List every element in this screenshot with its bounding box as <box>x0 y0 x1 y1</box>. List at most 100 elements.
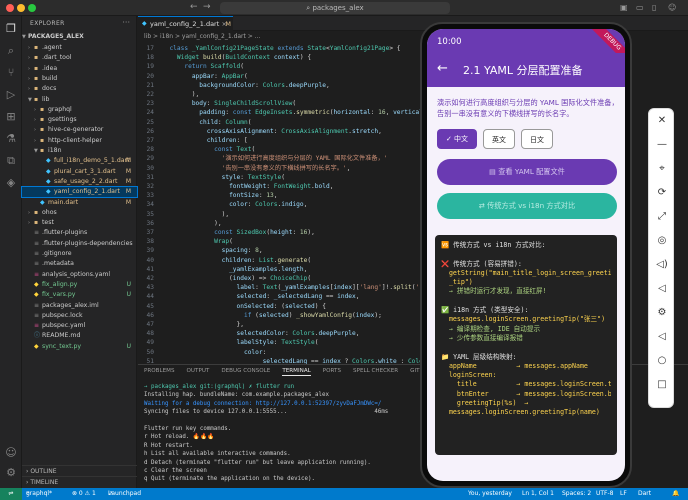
chip-chinese[interactable]: ✓ 中文 <box>437 129 477 149</box>
tree-item[interactable]: ≡ .flutter-plugins-dependencies <box>22 239 137 249</box>
timeline-section[interactable]: › TIMELINE <box>22 476 137 487</box>
forward-arrow-icon[interactable]: → <box>203 2 211 12</box>
tree-item-label: pubspec.lock <box>42 311 83 319</box>
comparison-line: title → messages.loginScreen.title <box>441 380 611 389</box>
tree-item[interactable]: › ▪ .dart_tool <box>22 53 137 63</box>
screenshot-icon[interactable]: ⤢ <box>649 211 675 222</box>
tree-item[interactable]: ◆ fix_vars.py U <box>22 290 137 300</box>
volume-down-icon[interactable]: ◁ <box>649 283 675 294</box>
more-actions-icon[interactable]: ··· <box>122 18 130 27</box>
tree-item[interactable]: ≡ .metadata <box>22 259 137 269</box>
comparison-line: btnEnter → messages.loginScreen.btnEnter <box>456 389 611 398</box>
close-icon[interactable]: × <box>222 17 227 31</box>
problems-counter[interactable]: ⊗ 0 ⚠ 1 <box>72 488 96 500</box>
remote-icon[interactable]: ⇌ <box>0 488 22 500</box>
panel-tab[interactable]: PROBLEMS <box>144 368 175 374</box>
tree-item[interactable]: ≡ analysis_options.yaml <box>22 270 137 280</box>
panel-tabs: PROBLEMS OUTPUT DEBUG CONSOLE TERMINAL PORTS… <box>144 368 446 376</box>
tree-item[interactable]: ⓘ README.md <box>22 331 137 341</box>
accounts-icon[interactable]: ☺ <box>668 3 676 12</box>
sidebar-toggle-icon[interactable]: ▯ <box>652 3 656 12</box>
tree-item[interactable]: ≡ pubspec.yaml <box>22 321 137 331</box>
chip-japanese[interactable]: 日文 <box>521 129 553 149</box>
tree-item[interactable]: › ▪ build <box>22 74 137 84</box>
tree-item[interactable]: › ▪ hive-ce-generator <box>22 125 137 135</box>
tree-item[interactable]: ◆ sync_text.py U <box>22 342 137 352</box>
tree-item[interactable]: › ▪ gsettings <box>22 115 137 125</box>
tree-item[interactable]: ≡ .flutter-plugins <box>22 228 137 238</box>
tree-item[interactable]: ≡ .gitignore <box>22 249 137 259</box>
compare-button[interactable]: ⇄ 传统方式 vs i18n 方式对比 <box>437 193 617 219</box>
tree-item[interactable]: › ▪ http-client-helper <box>22 136 137 146</box>
view-yaml-button[interactable]: ▤ 查看 YAML 配置文件 <box>437 159 617 185</box>
testing-icon[interactable]: ⚗ <box>4 132 18 146</box>
explorer-title: EXPLORER <box>30 20 65 27</box>
tree-item[interactable]: ◆ full_i18n_demo_5_1.dart M <box>22 156 137 166</box>
workspace-root[interactable]: ▼ PACKAGES_ALEX <box>22 32 137 42</box>
command-center-search[interactable]: ⌕ packages_alex <box>220 2 450 14</box>
back-icon[interactable]: ◁ <box>649 331 675 342</box>
manage-gear-icon[interactable]: ⚙ <box>4 466 18 480</box>
overview-icon[interactable]: □ <box>649 379 675 390</box>
breadcrumb[interactable]: lib > i18n > yaml_config_2_1.dart > ... <box>144 33 260 40</box>
tree-item[interactable]: ▼ ▪ i18n <box>22 146 137 156</box>
notifications-icon[interactable]: 🔔 <box>672 488 679 500</box>
tree-item[interactable]: ◆ safe_usage_2_2.dart M <box>22 177 137 187</box>
close-window-button[interactable] <box>6 4 14 12</box>
minimize-window-button[interactable] <box>17 4 25 12</box>
eol[interactable]: LF <box>620 488 627 500</box>
chip-english[interactable]: 英文 <box>483 129 515 149</box>
encoding[interactable]: UTF-8 <box>596 488 614 500</box>
yaml-file-icon: ≡ <box>34 270 40 278</box>
search-icon[interactable]: ⌕ <box>4 44 18 58</box>
tree-item[interactable]: ≡ packages_alex.iml <box>22 301 137 311</box>
tree-item[interactable]: › ▪ ohos <box>22 208 137 218</box>
tab-yaml-config[interactable]: ◆ yaml_config_2_1.dart M × <box>138 16 233 31</box>
back-arrow-icon[interactable]: ← <box>437 61 448 76</box>
tree-item[interactable]: › ▪ .idea <box>22 64 137 74</box>
tree-item[interactable]: › ▪ docs <box>22 84 137 94</box>
maximize-window-button[interactable] <box>28 4 36 12</box>
panel-tab[interactable]: SPELL CHECKER <box>353 368 398 374</box>
git-blame[interactable]: You, yesterday <box>468 488 512 500</box>
code-text: ), <box>162 219 222 227</box>
cursor-position[interactable]: Ln 1, Col 1 <box>522 488 554 500</box>
back-arrow-icon[interactable]: ← <box>190 2 198 12</box>
settings-icon[interactable]: ⚙ <box>649 307 675 318</box>
tree-item[interactable]: ◆ plural_cart_3_1.dart M <box>22 167 137 177</box>
location-icon[interactable]: ◎ <box>649 235 675 246</box>
git-status-badge: M <box>125 167 131 175</box>
tree-item[interactable]: ≡ pubspec.lock <box>22 311 137 321</box>
account-icon[interactable]: ☺ <box>4 446 18 460</box>
volume-up-icon[interactable]: ◁) <box>649 259 675 270</box>
comparison-line: messages.loginScreen.greetingTip("张三") <box>441 315 606 324</box>
minimize-icon[interactable]: — <box>649 139 675 150</box>
panel-tab[interactable]: PORTS <box>323 368 341 374</box>
gitlens-icon[interactable]: ◈ <box>4 176 18 190</box>
tree-item[interactable]: › ▪ graphql <box>22 105 137 115</box>
source-control-icon[interactable]: ⑂ <box>4 66 18 80</box>
explorer-icon[interactable]: ❐ <box>4 22 18 36</box>
home-icon[interactable]: ○ <box>649 355 675 366</box>
tree-item[interactable]: ◆ yaml_config_2_1.dart M <box>21 186 138 199</box>
panel-tab[interactable]: OUTPUT <box>187 368 210 374</box>
rotate-icon[interactable]: ⟳ <box>649 187 675 198</box>
run-debug-icon[interactable]: ▷ <box>4 88 18 102</box>
language-mode[interactable]: Dart <box>638 488 651 500</box>
panel-tab[interactable]: DEBUG CONSOLE <box>221 368 270 374</box>
tree-item[interactable]: › ▪ test <box>22 218 137 228</box>
extensions-icon[interactable]: ⊞ <box>4 110 18 124</box>
tree-item[interactable]: › ▪ .agent <box>22 43 137 53</box>
branch-label: graphql* <box>26 490 53 497</box>
outline-section[interactable]: › OUTLINE <box>22 465 137 476</box>
tree-item[interactable]: ▼ ▪ lib <box>22 95 137 105</box>
close-icon[interactable]: ✕ <box>649 115 675 126</box>
panel-toggle-icon[interactable]: ▭ <box>636 3 644 12</box>
panel-tab[interactable]: TERMINAL <box>282 368 311 376</box>
layout-icon[interactable]: ▣ <box>620 3 628 12</box>
tree-item[interactable]: ◆ main.dart M <box>22 198 137 208</box>
pin-icon[interactable]: ⌖ <box>649 163 675 174</box>
remote-explorer-icon[interactable]: ⧉ <box>4 154 18 168</box>
tree-item[interactable]: ◆ fix_align.py U <box>22 280 137 290</box>
indent-setting[interactable]: Spaces: 2 <box>562 488 591 500</box>
